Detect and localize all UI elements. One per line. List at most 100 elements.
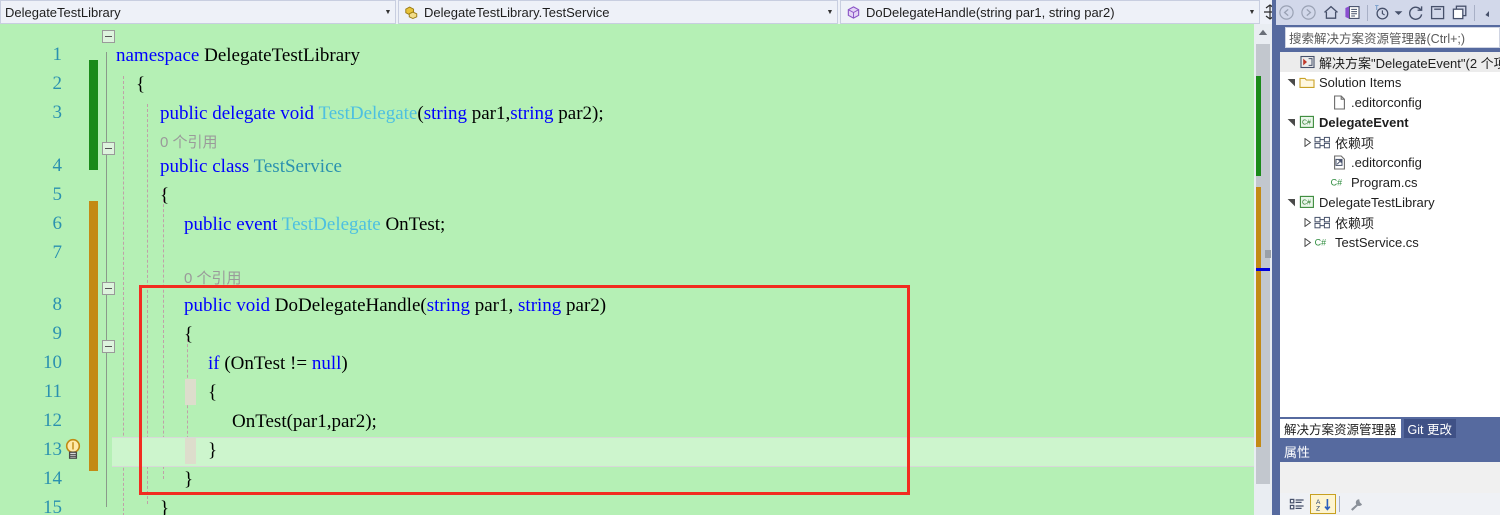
scrollbar-caret-marker (1256, 268, 1270, 271)
folder-icon (1298, 72, 1316, 92)
code-token: par1, (466, 103, 511, 124)
collapse-all-icon[interactable] (1427, 2, 1449, 24)
code-token: public class (160, 156, 254, 177)
tree-item-testservice.cs[interactable]: C# TestService.cs (1280, 232, 1500, 252)
csharp-file-icon: C# (1314, 232, 1332, 252)
code-token: TestDelegate (281, 214, 381, 235)
properties-title-text: 属性 (1284, 445, 1311, 460)
chevron-right-icon[interactable] (1300, 212, 1314, 232)
code-token: par2); (553, 103, 604, 124)
svg-text:Z: Z (1316, 505, 1320, 511)
solution-explorer-toolbar: T (1276, 0, 1500, 25)
code-token: namespace (116, 45, 205, 66)
back-icon[interactable] (1276, 2, 1298, 24)
forward-icon[interactable] (1298, 2, 1320, 24)
tree-item-label: 依赖项 (1335, 135, 1375, 151)
member-selector-value: DoDelegateHandle(string par1, string par… (866, 4, 1115, 20)
csharp-file-icon: C# (1330, 172, 1348, 192)
scrollbar-change-marker-unsaved (1256, 187, 1261, 447)
code-line: namespace DelegateTestLibrary (116, 46, 360, 65)
tree-item-delegatetestlibrary[interactable]: C# DelegateTestLibrary (1280, 192, 1500, 212)
svg-text:T: T (1375, 6, 1379, 12)
member-selector-dropdown[interactable]: DoDelegateHandle(string par1, string par… (840, 0, 1260, 24)
chevron-down-icon[interactable]: ▼ (1245, 9, 1259, 16)
red-highlight-rectangle (139, 285, 910, 495)
code-editor[interactable]: 12345678910111213141516 namespace Delega… (0, 24, 1262, 515)
code-token: string (510, 103, 554, 124)
scrollbar-change-marker-saved (1256, 76, 1261, 176)
tree-item-solution-items[interactable]: Solution Items (1280, 72, 1500, 92)
properties-icon[interactable] (1343, 494, 1369, 514)
code-token: DelegateTestLibrary (204, 45, 360, 66)
code-token: TestDelegate (318, 103, 418, 124)
tree-item-.editorconfig[interactable]: .editorconfig (1280, 92, 1500, 112)
tree-item--[interactable]: 依赖项 (1280, 132, 1500, 152)
svg-text:C#: C# (1331, 177, 1343, 187)
chevron-down-icon[interactable] (1284, 112, 1298, 132)
search-placeholder: 搜索解决方案资源管理器(Ctrl+;) (1289, 32, 1466, 46)
editor-vertical-scrollbar[interactable] (1254, 24, 1272, 515)
file-icon (1330, 92, 1348, 112)
dropdown-icon[interactable] (1393, 2, 1406, 24)
overflow-icon[interactable] (1478, 2, 1500, 24)
code-token: { (136, 74, 146, 95)
scrollbar-marker (1265, 250, 1271, 258)
chevron-right-icon[interactable] (1300, 132, 1314, 152)
dock-tab-git-changes[interactable]: Git 更改 (1403, 419, 1456, 438)
dependencies-icon (1314, 212, 1332, 232)
tree-item-label: .editorconfig (1351, 94, 1422, 110)
chevron-down-icon[interactable]: ▼ (823, 9, 837, 16)
tree-item--delegateevent-2-[interactable]: 解决方案"DelegateEvent"(2 个项 (1280, 52, 1500, 72)
dock-tab-strip: 解决方案资源管理器 Git 更改 (1280, 419, 1500, 438)
pending-changes-icon[interactable]: T (1371, 2, 1393, 24)
solution-explorer-search[interactable]: 搜索解决方案资源管理器(Ctrl+;) (1285, 27, 1500, 48)
home-icon[interactable] (1320, 2, 1342, 24)
project-selector-dropdown[interactable]: DelegateTestLibrary ▼ (0, 0, 396, 24)
tree-item-.editorconfig[interactable]: .editorconfig (1280, 152, 1500, 172)
code-token: OnTest; (380, 214, 446, 235)
tree-item-label: .editorconfig (1351, 154, 1422, 170)
categorized-icon[interactable] (1284, 494, 1310, 514)
chevron-right-icon[interactable] (1300, 232, 1314, 252)
code-token: } (160, 498, 170, 515)
tree-item-label: DelegateEvent (1319, 114, 1409, 130)
solution-icon (1298, 52, 1316, 72)
method-icon (844, 3, 862, 21)
chevron-down-icon[interactable] (1284, 192, 1298, 212)
tree-item-label: TestService.cs (1335, 234, 1419, 250)
scroll-up-button[interactable] (1254, 24, 1272, 41)
tree-item-delegateevent[interactable]: C# DelegateEvent (1280, 112, 1500, 132)
svg-text:C#: C# (1302, 120, 1311, 127)
code-token: TestService (253, 156, 342, 177)
tree-item--[interactable]: 依赖项 (1280, 212, 1500, 232)
tree-item-label: Solution Items (1319, 74, 1402, 90)
project-selector-value: DelegateTestLibrary (5, 4, 121, 20)
tree-item-program.cs[interactable]: C# Program.cs (1280, 172, 1500, 192)
svg-text:C#: C# (1315, 237, 1327, 247)
dock-tab-solution-explorer[interactable]: 解决方案资源管理器 (1280, 419, 1401, 438)
code-line: public event TestDelegate OnTest; (184, 215, 445, 234)
solution-explorer-tree[interactable]: 解决方案"DelegateEvent"(2 个项 Solution Items .e… (1280, 52, 1500, 417)
code-token: public delegate void (160, 103, 319, 124)
type-selector-value: DelegateTestLibrary.TestService (424, 4, 610, 20)
chevron-down-icon[interactable]: ▼ (381, 9, 395, 16)
code-line: public delegate void TestDelegate(string… (160, 104, 604, 123)
linked-file-icon (1330, 152, 1348, 172)
refresh-icon[interactable] (1405, 2, 1427, 24)
properties-window-icon[interactable] (1342, 2, 1364, 24)
codelens-reference-count[interactable]: 0 个引用 (160, 133, 218, 152)
lightbulb-icon[interactable] (62, 437, 84, 461)
tree-item-label: DelegateTestLibrary (1319, 194, 1435, 210)
alphabetical-icon[interactable]: AZ (1310, 494, 1336, 514)
properties-panel-title: 属性 (1280, 441, 1500, 462)
show-all-files-icon[interactable] (1449, 2, 1471, 24)
type-selector-dropdown[interactable]: DelegateTestLibrary.TestService ▼ (398, 0, 838, 24)
chevron-down-icon[interactable] (1284, 72, 1298, 92)
class-icon (402, 3, 420, 21)
code-token: string (423, 103, 467, 124)
code-token: { (160, 185, 170, 206)
